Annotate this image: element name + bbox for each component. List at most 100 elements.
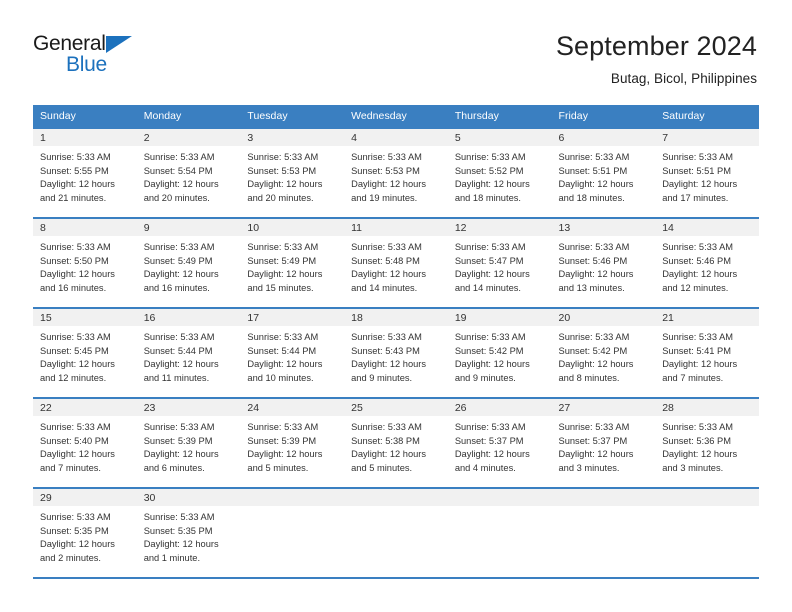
day-number: 23	[136, 399, 241, 416]
day-cell[interactable]: 28 Sunrise: 5:33 AM Sunset: 5:36 PM Dayl…	[655, 397, 759, 488]
daylight-text: Daylight: 12 hours and 11 minutes.	[143, 359, 219, 383]
day-details: Sunrise: 5:33 AM Sunset: 5:43 PM Dayligh…	[344, 326, 448, 385]
day-cell[interactable]: 23 Sunrise: 5:33 AM Sunset: 5:39 PM Dayl…	[136, 397, 241, 488]
sunrise-text: Sunrise: 5:33 AM	[247, 152, 319, 162]
day-cell[interactable]: 8 Sunrise: 5:33 AM Sunset: 5:50 PM Dayli…	[33, 217, 137, 308]
day-number: 16	[136, 309, 241, 326]
daylight-text: Daylight: 12 hours and 12 minutes.	[40, 359, 115, 383]
logo-text-blue: Blue	[66, 53, 107, 76]
day-cell[interactable]: 1 Sunrise: 5:33 AM Sunset: 5:55 PM Dayli…	[33, 127, 137, 218]
day-cell-empty	[655, 487, 759, 579]
sunset-text: Sunset: 5:49 PM	[247, 255, 317, 266]
day-cell-empty	[344, 487, 448, 579]
day-cell-empty	[551, 487, 656, 579]
day-cell[interactable]: 29 Sunrise: 5:33 AM Sunset: 5:35 PM Dayl…	[33, 487, 137, 579]
daylight-text: Daylight: 12 hours and 9 minutes.	[351, 359, 427, 383]
daylight-text: Daylight: 12 hours and 1 minute.	[143, 539, 219, 563]
sunset-text: Sunset: 5:46 PM	[558, 255, 628, 266]
day-cell[interactable]: 7 Sunrise: 5:33 AM Sunset: 5:51 PM Dayli…	[655, 127, 759, 218]
day-cell[interactable]: 16 Sunrise: 5:33 AM Sunset: 5:44 PM Dayl…	[136, 307, 241, 398]
calendar-header-row: Sunday Monday Tuesday Wednesday Thursday…	[33, 105, 759, 128]
day-number: 11	[344, 219, 448, 236]
day-number	[344, 489, 448, 506]
sunrise-text: Sunrise: 5:33 AM	[558, 152, 630, 162]
day-cell[interactable]: 17 Sunrise: 5:33 AM Sunset: 5:44 PM Dayl…	[240, 307, 345, 398]
daylight-text: Daylight: 12 hours and 13 minutes.	[558, 269, 634, 293]
day-details: Sunrise: 5:33 AM Sunset: 5:46 PM Dayligh…	[552, 236, 656, 295]
day-number	[447, 489, 552, 506]
day-cell[interactable]: 9 Sunrise: 5:33 AM Sunset: 5:49 PM Dayli…	[136, 217, 241, 308]
day-cell[interactable]: 4 Sunrise: 5:33 AM Sunset: 5:53 PM Dayli…	[344, 127, 448, 218]
sunrise-text: Sunrise: 5:33 AM	[247, 332, 319, 342]
day-details: Sunrise: 5:33 AM Sunset: 5:55 PM Dayligh…	[33, 146, 137, 205]
day-cell[interactable]: 6 Sunrise: 5:33 AM Sunset: 5:51 PM Dayli…	[551, 127, 656, 218]
day-details: Sunrise: 5:33 AM Sunset: 5:44 PM Dayligh…	[240, 326, 344, 385]
sunset-text: Sunset: 5:36 PM	[662, 435, 731, 446]
day-number: 7	[655, 129, 759, 146]
sunset-text: Sunset: 5:45 PM	[40, 345, 109, 356]
daylight-text: Daylight: 12 hours and 19 minutes.	[351, 179, 427, 203]
weekday-header-saturday: Saturday	[655, 105, 759, 128]
day-details: Sunrise: 5:33 AM Sunset: 5:50 PM Dayligh…	[33, 236, 137, 295]
daylight-text: Daylight: 12 hours and 2 minutes.	[40, 539, 115, 563]
sunrise-text: Sunrise: 5:33 AM	[454, 332, 526, 342]
day-cell[interactable]: 14 Sunrise: 5:33 AM Sunset: 5:46 PM Dayl…	[655, 217, 759, 308]
sunrise-text: Sunrise: 5:33 AM	[454, 152, 526, 162]
day-details: Sunrise: 5:33 AM Sunset: 5:45 PM Dayligh…	[33, 326, 137, 385]
sunset-text: Sunset: 5:39 PM	[247, 435, 317, 446]
sunset-text: Sunset: 5:54 PM	[143, 165, 213, 176]
day-details: Sunrise: 5:33 AM Sunset: 5:46 PM Dayligh…	[655, 236, 759, 295]
sunrise-text: Sunrise: 5:33 AM	[40, 242, 111, 252]
day-cell[interactable]: 26 Sunrise: 5:33 AM Sunset: 5:37 PM Dayl…	[447, 397, 552, 488]
logo-triangle-icon	[106, 36, 132, 53]
day-details: Sunrise: 5:33 AM Sunset: 5:53 PM Dayligh…	[344, 146, 448, 205]
page-title: September 2024	[555, 31, 757, 61]
daylight-text: Daylight: 12 hours and 16 minutes.	[40, 269, 115, 293]
day-cell[interactable]: 20 Sunrise: 5:33 AM Sunset: 5:42 PM Dayl…	[551, 307, 656, 398]
daylight-text: Daylight: 12 hours and 14 minutes.	[454, 269, 530, 293]
sunset-text: Sunset: 5:55 PM	[40, 165, 109, 176]
day-cell[interactable]: 12 Sunrise: 5:33 AM Sunset: 5:47 PM Dayl…	[447, 217, 552, 308]
daylight-text: Daylight: 12 hours and 21 minutes.	[40, 179, 115, 203]
day-number: 6	[551, 129, 656, 146]
day-cell[interactable]: 22 Sunrise: 5:33 AM Sunset: 5:40 PM Dayl…	[33, 397, 137, 488]
day-cell-empty	[240, 487, 345, 579]
calendar-week-row: 1 Sunrise: 5:33 AM Sunset: 5:55 PM Dayli…	[33, 127, 759, 218]
day-cell[interactable]: 27 Sunrise: 5:33 AM Sunset: 5:37 PM Dayl…	[551, 397, 656, 488]
weekday-header-sunday: Sunday	[33, 105, 137, 128]
day-cell[interactable]: 11 Sunrise: 5:33 AM Sunset: 5:48 PM Dayl…	[344, 217, 448, 308]
sunset-text: Sunset: 5:38 PM	[351, 435, 420, 446]
sunset-text: Sunset: 5:46 PM	[662, 255, 731, 266]
day-cell[interactable]: 19 Sunrise: 5:33 AM Sunset: 5:42 PM Dayl…	[447, 307, 552, 398]
day-cell[interactable]: 21 Sunrise: 5:33 AM Sunset: 5:41 PM Dayl…	[655, 307, 759, 398]
day-cell[interactable]: 24 Sunrise: 5:33 AM Sunset: 5:39 PM Dayl…	[240, 397, 345, 488]
day-cell[interactable]: 30 Sunrise: 5:33 AM Sunset: 5:35 PM Dayl…	[136, 487, 241, 579]
day-details: Sunrise: 5:33 AM Sunset: 5:48 PM Dayligh…	[344, 236, 448, 295]
day-number: 17	[240, 309, 345, 326]
calendar-body: 1 Sunrise: 5:33 AM Sunset: 5:55 PM Dayli…	[33, 127, 759, 579]
sunset-text: Sunset: 5:52 PM	[454, 165, 524, 176]
sunset-text: Sunset: 5:40 PM	[40, 435, 109, 446]
sunrise-text: Sunrise: 5:33 AM	[143, 512, 215, 522]
day-cell[interactable]: 5 Sunrise: 5:33 AM Sunset: 5:52 PM Dayli…	[447, 127, 552, 218]
calendar-week-row: 29 Sunrise: 5:33 AM Sunset: 5:35 PM Dayl…	[33, 487, 759, 579]
day-cell[interactable]: 10 Sunrise: 5:33 AM Sunset: 5:49 PM Dayl…	[240, 217, 345, 308]
day-cell[interactable]: 25 Sunrise: 5:33 AM Sunset: 5:38 PM Dayl…	[344, 397, 448, 488]
day-cell[interactable]: 15 Sunrise: 5:33 AM Sunset: 5:45 PM Dayl…	[33, 307, 137, 398]
sunset-text: Sunset: 5:51 PM	[662, 165, 731, 176]
day-cell[interactable]: 2 Sunrise: 5:33 AM Sunset: 5:54 PM Dayli…	[136, 127, 241, 218]
daylight-text: Daylight: 12 hours and 7 minutes.	[40, 449, 115, 473]
sunrise-text: Sunrise: 5:33 AM	[40, 512, 111, 522]
day-number: 28	[655, 399, 759, 416]
day-cell[interactable]: 13 Sunrise: 5:33 AM Sunset: 5:46 PM Dayl…	[551, 217, 656, 308]
day-cell[interactable]: 3 Sunrise: 5:33 AM Sunset: 5:53 PM Dayli…	[240, 127, 345, 218]
daylight-text: Daylight: 12 hours and 6 minutes.	[143, 449, 219, 473]
sunrise-text: Sunrise: 5:33 AM	[662, 242, 734, 252]
day-details: Sunrise: 5:33 AM Sunset: 5:40 PM Dayligh…	[33, 416, 137, 475]
sunrise-text: Sunrise: 5:33 AM	[351, 422, 422, 432]
sunset-text: Sunset: 5:48 PM	[351, 255, 420, 266]
day-cell[interactable]: 18 Sunrise: 5:33 AM Sunset: 5:43 PM Dayl…	[344, 307, 448, 398]
day-number: 26	[447, 399, 552, 416]
sunrise-text: Sunrise: 5:33 AM	[143, 422, 215, 432]
day-details: Sunrise: 5:33 AM Sunset: 5:35 PM Dayligh…	[137, 506, 241, 565]
